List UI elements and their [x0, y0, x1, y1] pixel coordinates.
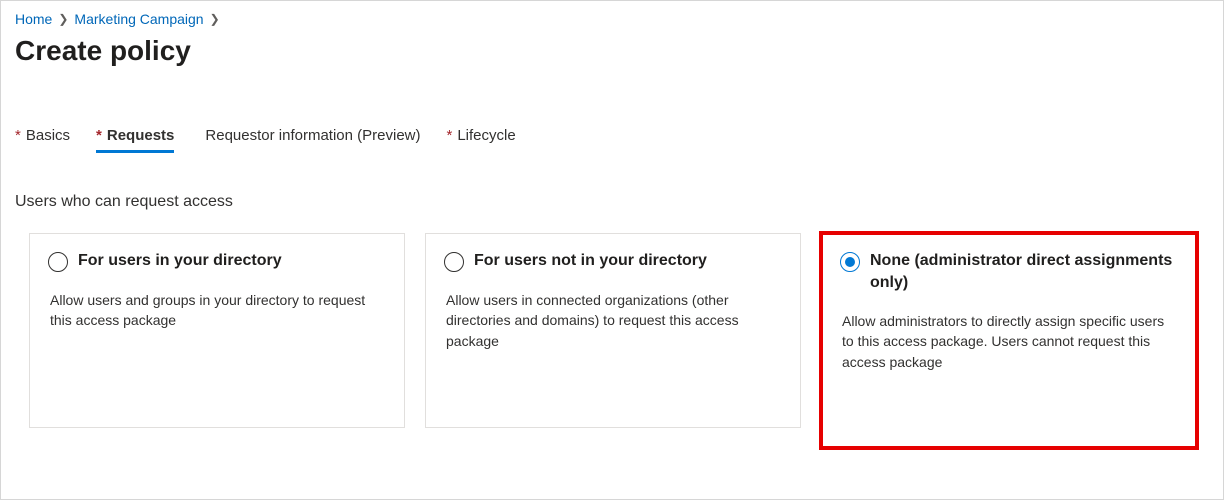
section-heading: Users who can request access — [15, 193, 1209, 211]
option-none-admin-direct[interactable]: None (administrator direct assignments o… — [821, 233, 1197, 448]
tab-label: Lifecycle — [457, 127, 515, 144]
option-title: For users not in your directory — [474, 250, 707, 272]
tab-label: Requests — [107, 127, 175, 144]
option-title: For users in your directory — [78, 250, 282, 272]
tab-basics[interactable]: * Basics — [15, 127, 70, 153]
radio-icon[interactable] — [444, 252, 464, 272]
option-title: None (administrator direct assignments o… — [870, 250, 1178, 293]
tab-label: Requestor information (Preview) — [205, 127, 420, 144]
option-description: Allow users in connected organizations (… — [444, 290, 782, 351]
breadcrumb: Home ❯ Marketing Campaign ❯ — [15, 11, 1209, 27]
tab-label: Basics — [26, 127, 70, 144]
page-title: Create policy — [15, 35, 1209, 67]
radio-icon[interactable] — [840, 252, 860, 272]
required-indicator: * — [96, 127, 102, 144]
option-description: Allow users and groups in your directory… — [48, 290, 386, 331]
tab-lifecycle[interactable]: * Lifecycle — [447, 127, 516, 153]
required-indicator: * — [15, 127, 21, 144]
request-options: For users in your directory Allow users … — [15, 233, 1209, 448]
radio-icon[interactable] — [48, 252, 68, 272]
option-users-in-directory[interactable]: For users in your directory Allow users … — [29, 233, 405, 428]
required-indicator: * — [447, 127, 453, 144]
option-users-not-in-directory[interactable]: For users not in your directory Allow us… — [425, 233, 801, 428]
breadcrumb-home[interactable]: Home — [15, 11, 52, 27]
chevron-right-icon: ❯ — [58, 12, 68, 26]
tab-requests[interactable]: * Requests — [96, 127, 174, 153]
chevron-right-icon: ❯ — [210, 12, 220, 26]
tab-requestor-information[interactable]: Requestor information (Preview) — [200, 127, 420, 153]
breadcrumb-marketing-campaign[interactable]: Marketing Campaign — [74, 11, 203, 27]
option-description: Allow administrators to directly assign … — [840, 311, 1178, 372]
tabs: * Basics * Requests Requestor informatio… — [15, 127, 1209, 153]
